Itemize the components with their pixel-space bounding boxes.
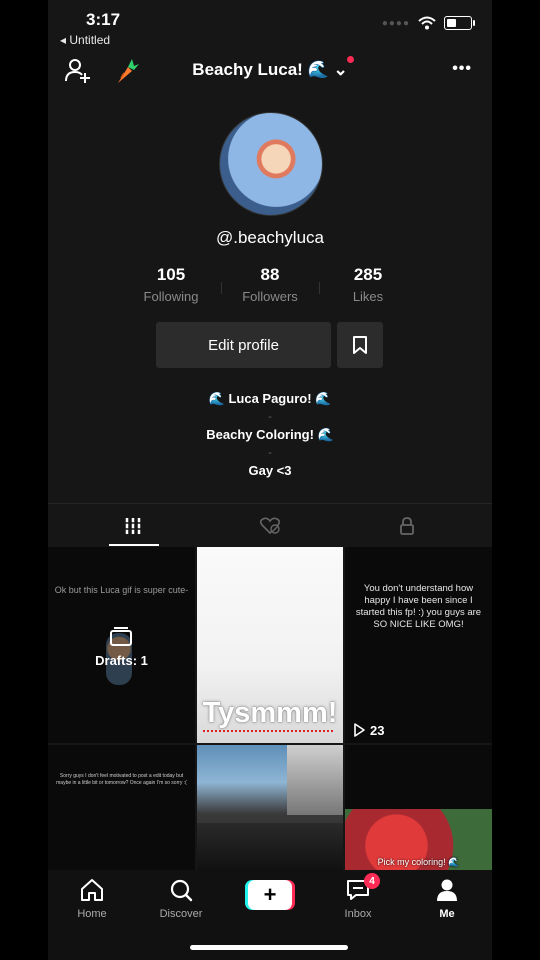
tab-private[interactable]	[333, 504, 481, 548]
tile-caption: Ok but this Luca gif is super cute-	[54, 585, 189, 595]
status-time: 3:17	[86, 10, 121, 29]
stat-value: 88	[260, 265, 280, 284]
profile-icon	[437, 879, 457, 901]
tab-videos[interactable]	[59, 504, 207, 548]
bio-line: Gay <3	[248, 463, 292, 478]
liked-hidden-heart-icon	[259, 517, 281, 535]
nav-discover[interactable]: Discover	[146, 878, 216, 920]
more-options-icon[interactable]: •••	[452, 60, 472, 78]
bio-line: -	[268, 411, 272, 423]
nav-label: Discover	[159, 908, 203, 920]
username: @.beachyluca	[216, 228, 324, 247]
favorites-button[interactable]	[337, 322, 383, 368]
status-indicators: ●●●●	[381, 16, 475, 30]
drafts-folder-icon	[110, 627, 132, 646]
avatar[interactable]	[219, 112, 323, 216]
stat-label: Likes	[352, 289, 384, 304]
battery-icon	[444, 16, 475, 30]
grid-icon	[125, 518, 141, 534]
nav-label: Home	[77, 908, 107, 920]
stat-following[interactable]: 105 Following	[121, 265, 221, 304]
tile-caption: You don't understand how happy I have be…	[355, 583, 482, 630]
create-video-button[interactable]: +	[248, 880, 292, 910]
nav-label: Me	[439, 908, 455, 920]
tile-caption: Pick my coloring! 🌊	[377, 857, 460, 867]
edit-profile-button[interactable]: Edit profile	[156, 322, 331, 368]
stat-label: Followers	[242, 289, 298, 304]
bookmark-icon	[353, 336, 367, 354]
stat-followers[interactable]: 88 Followers	[220, 265, 320, 304]
active-tab-indicator	[109, 544, 159, 546]
play-icon	[354, 723, 365, 737]
phone-screen: 3:17 ◂ Untitled ●●●● Beachy Luca! 🌊 ⌄ ••…	[48, 0, 492, 960]
bio-line: Beachy Coloring! 🌊	[206, 427, 334, 442]
tile-caption: Tysmmm!	[202, 697, 338, 729]
stat-label: Following	[143, 289, 199, 304]
stat-value: 105	[156, 265, 186, 284]
home-icon	[81, 879, 103, 901]
bio-line: 🌊 Luca Paguro! 🌊	[208, 391, 332, 406]
bio: 🌊 Luca Paguro! 🌊 - Beachy Coloring! 🌊 - …	[48, 390, 492, 480]
car-door	[197, 823, 343, 870]
view-count: 23	[370, 723, 385, 738]
video-tile-coloring[interactable]: Pick my coloring! 🌊	[345, 745, 492, 870]
signal-icon: ●●●●	[381, 17, 410, 29]
drafts-label: Drafts: 1	[95, 653, 148, 668]
profile-name-dropdown[interactable]: Beachy Luca! 🌊 ⌄	[48, 60, 492, 80]
search-icon	[170, 879, 193, 902]
lock-icon	[400, 517, 414, 535]
tab-liked[interactable]	[196, 504, 344, 548]
stat-likes[interactable]: 285 Likes	[318, 265, 418, 304]
video-tile-car[interactable]	[197, 745, 343, 870]
wifi-icon	[418, 16, 436, 30]
video-tile-sorry[interactable]: Sorry guys I don't feel motivated to pos…	[48, 745, 195, 870]
tile-caption: Sorry guys I don't feel motivated to pos…	[56, 773, 187, 786]
stat-value: 285	[353, 265, 383, 284]
window-frame	[287, 745, 343, 815]
bio-line: -	[268, 447, 272, 459]
nav-home[interactable]: Home	[57, 878, 127, 920]
home-indicator[interactable]	[190, 945, 348, 950]
nav-me[interactable]: Me	[412, 878, 482, 920]
notification-dot	[347, 56, 354, 63]
caption-underline	[203, 727, 333, 732]
video-tile-drafts[interactable]: Ok but this Luca gif is super cute- Draf…	[48, 547, 195, 743]
nav-label: Inbox	[344, 908, 372, 920]
video-tile-tysmmm[interactable]: Tysmmm!	[197, 547, 343, 743]
back-to-app-link[interactable]: ◂ Untitled	[60, 33, 110, 47]
content-tabs	[48, 503, 492, 548]
inbox-badge: 4	[364, 873, 380, 889]
video-tile-fp[interactable]: You don't understand how happy I have be…	[345, 547, 492, 743]
nav-inbox[interactable]: Inbox	[323, 878, 393, 920]
